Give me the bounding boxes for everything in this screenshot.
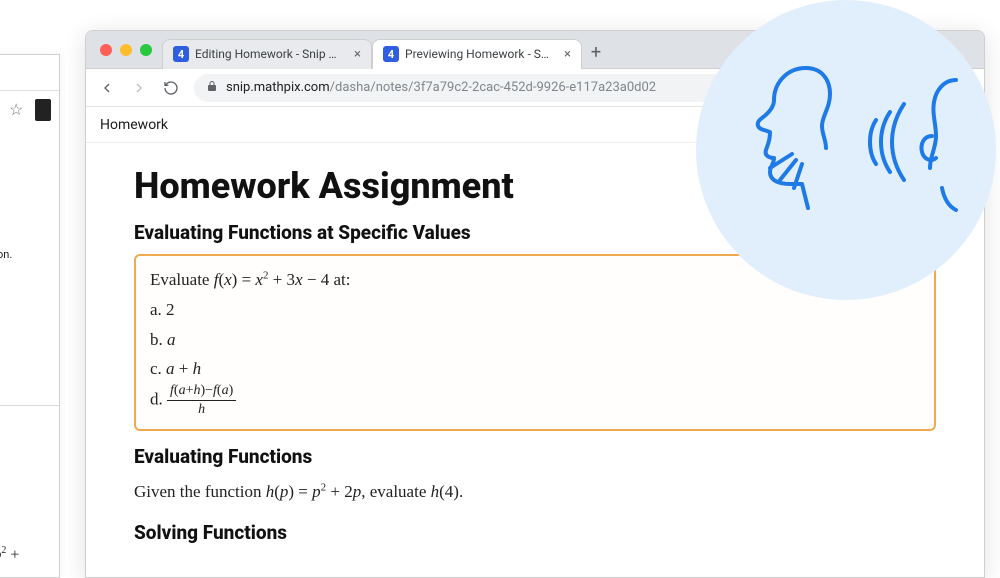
background-window: ☆ ction. ) = p2 + — [0, 54, 60, 578]
p2-middle: , evaluate — [361, 482, 430, 501]
bg-peek-math: ) = p2 + — [0, 545, 19, 564]
choice-label: a. — [150, 300, 162, 319]
choice-d: d. f(a+h)−f(a) h — [150, 384, 920, 417]
lock-icon — [206, 80, 218, 96]
reload-button[interactable] — [162, 79, 180, 97]
forward-button[interactable] — [130, 79, 148, 97]
favicon-icon: 4 — [173, 46, 189, 62]
url-path: /dasha/notes/3f7a79c2-2cac-452d-9926-e11… — [330, 80, 656, 95]
tab-label: Editing Homework - Snip Notes — [195, 47, 344, 61]
choice-label: d. — [150, 390, 163, 409]
p2-suffix: . — [459, 482, 463, 501]
window-controls — [94, 44, 162, 56]
close-tab-icon[interactable]: × — [350, 47, 361, 62]
bg-dark-chip — [35, 99, 51, 121]
tab-editing-homework[interactable]: 4 Editing Homework - Snip Notes × — [162, 39, 372, 69]
favicon-icon: 4 — [383, 46, 399, 62]
maximize-window-button[interactable] — [140, 44, 152, 56]
tab-label: Previewing Homework - Snip Notes — [405, 47, 554, 61]
bg-partial-text: ction. — [0, 248, 12, 261]
section-heading-3: Solving Functions — [134, 521, 936, 544]
back-button[interactable] — [98, 79, 116, 97]
bg-toolbar — [0, 55, 59, 91]
minimize-window-button[interactable] — [120, 44, 132, 56]
prompt-prefix: Evaluate — [150, 270, 214, 289]
tab-previewing-homework[interactable]: 4 Previewing Homework - Snip Notes × — [372, 39, 582, 69]
star-icon: ☆ — [9, 100, 23, 119]
close-tab-icon[interactable]: × — [560, 47, 571, 62]
problem2-prompt: Given the function h(p) = p2 + 2p, evalu… — [134, 478, 936, 507]
choice-a: a. 2 — [150, 295, 920, 325]
choice-b: b. a — [150, 325, 920, 355]
new-tab-button[interactable]: + — [582, 36, 610, 63]
close-window-button[interactable] — [100, 44, 112, 56]
p2-prefix: Given the function — [134, 482, 266, 501]
section-heading-2: Evaluating Functions — [134, 445, 936, 468]
choice-label: c. — [150, 359, 162, 378]
choice-value: a — [167, 330, 176, 349]
bg-divider — [0, 405, 59, 406]
choice-label: b. — [150, 330, 163, 349]
choice-c: c. a + h — [150, 354, 920, 384]
fraction: f(a+h)−f(a) h — [167, 384, 236, 417]
choice-value: 2 — [166, 300, 175, 319]
url-domain: snip.mathpix.com — [226, 80, 330, 95]
voice-speaking-icon — [696, 0, 996, 300]
prompt-suffix: at: — [329, 270, 350, 289]
breadcrumb-label: Homework — [100, 117, 168, 133]
